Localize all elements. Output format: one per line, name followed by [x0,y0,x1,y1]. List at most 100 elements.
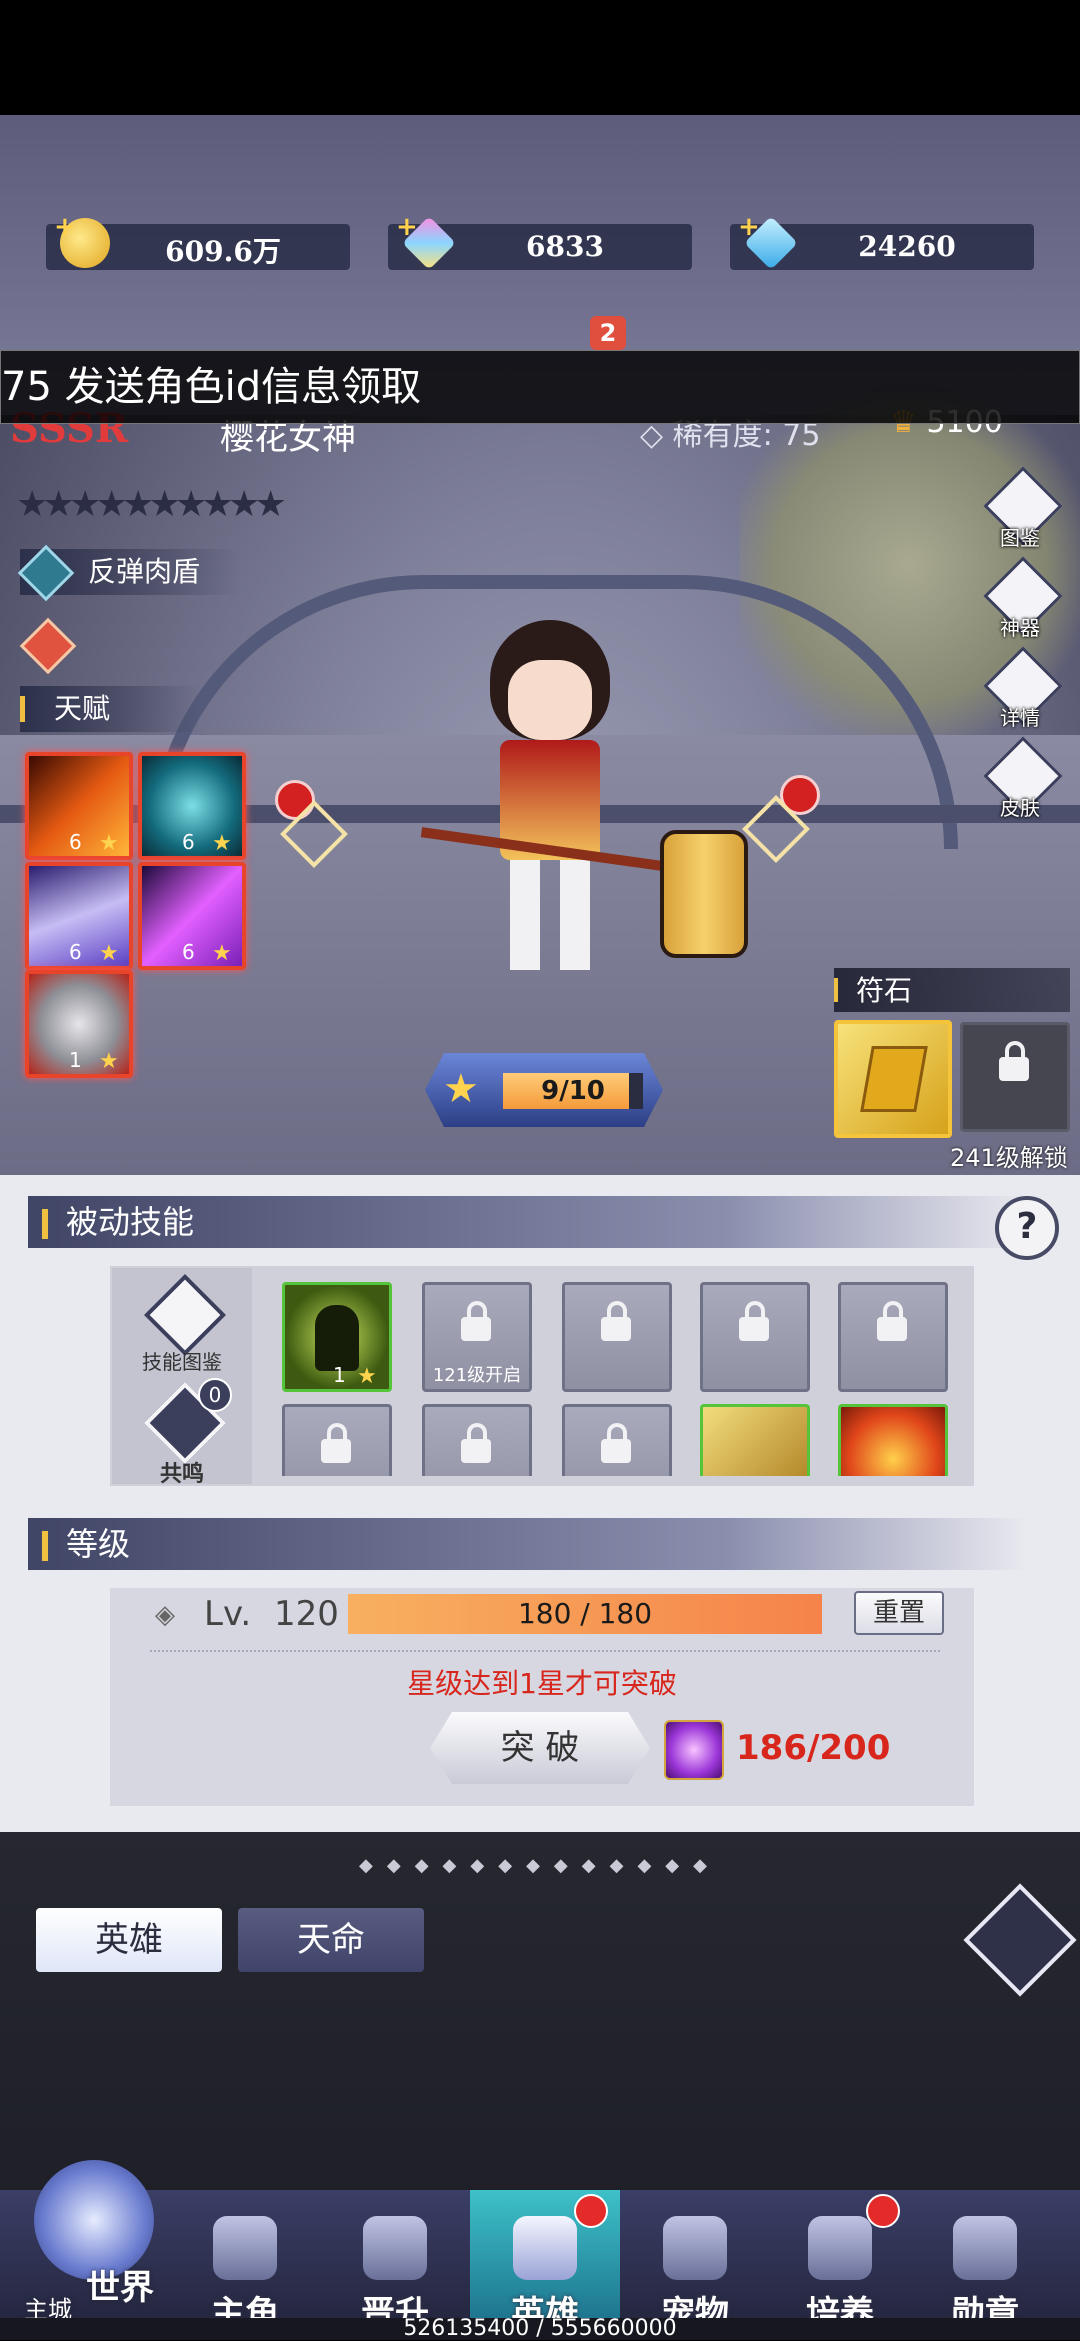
talent-header: 天赋 [20,686,200,732]
medal-icon [953,2216,1017,2280]
rune-slot-1[interactable] [834,1020,952,1138]
passive-slot-10[interactable] [838,1404,948,1476]
hero-face [508,660,592,740]
lock-icon [739,1301,769,1341]
section-marker [42,1209,48,1239]
notice-text: 75 发送角色id信息领取 [1,364,422,410]
reset-button[interactable]: 重置 [854,1591,944,1635]
lock-icon [321,1423,351,1463]
train-red-dot [866,2194,900,2228]
promote-icon [363,2216,427,2280]
rune-marker [834,978,838,1002]
skill-level: 1 [69,1048,82,1072]
rune-header: 符石 [834,968,1070,1012]
passive-slot-1[interactable]: 1 ★ [282,1282,392,1392]
exp-text: 180 / 180 [517,1597,653,1630]
pet-icon [663,2216,727,2280]
passive-slot-4[interactable] [700,1282,810,1392]
star-progress[interactable]: ★ 9/10 [425,1053,663,1127]
notice-banner[interactable]: 75 发送角色id信息领取 [0,350,1080,424]
lock-icon [461,1301,491,1341]
protagonist-icon [213,2216,277,2280]
hero-leg-left [510,860,540,970]
tab-hero[interactable]: 英雄 [36,1908,222,1972]
level-header: 等级 [28,1518,1028,1570]
hero-red-dot [574,2194,608,2228]
rune-label: 符石 [856,974,913,1007]
artifact-label: 神器 [1000,616,1040,640]
passive-slot-7[interactable] [422,1404,532,1476]
talent-skill-2[interactable]: 6 ★ [138,752,246,860]
breakthrough-button[interactable]: 突 破 [430,1712,650,1784]
skill-book-label: 技能图鉴 [142,1350,222,1374]
gold-counter[interactable]: + 609.6万 [46,212,350,270]
diamond-counter[interactable]: + 24260 [730,212,1034,270]
crystal-counter[interactable]: + 6833 [388,212,692,270]
passive-slot-9[interactable] [700,1404,810,1476]
talent-skill-5[interactable]: 1 ★ [25,970,133,1078]
hero-character[interactable] [420,600,780,1000]
breakthrough-warning: 星级达到1星才可突破 [407,1667,677,1700]
add-crystal-icon[interactable]: + [396,212,418,242]
star-icon: ★ [99,1049,119,1074]
skill-level: 6 [69,940,82,964]
passive-slot-2[interactable]: 121级开启 [422,1282,532,1392]
passive-slot-8[interactable] [562,1404,672,1476]
talent-skill-1[interactable]: 6 ★ [25,752,133,860]
star-progress-track: 9/10 [503,1073,643,1109]
skin-label: 皮肤 [1000,796,1040,820]
details-button[interactable]: 详情 [983,646,1063,730]
artifact-button[interactable]: 神器 [983,556,1063,640]
skill-book-icon [143,1273,227,1357]
status-bar [0,0,1080,115]
resonance-label: 共鸣 [159,1462,204,1487]
ornament-divider: ◆◆◆◆◆◆◆◆◆◆◆◆◆ [359,1855,721,1876]
help-icon[interactable]: ? [995,1196,1059,1260]
gallery-label: 图鉴 [1000,526,1040,550]
star-slot-icon: ★ [254,484,287,525]
tab-destiny[interactable]: 天命 [238,1908,424,1972]
talent-skill-4[interactable]: 6 ★ [138,862,246,970]
add-gold-icon[interactable]: + [54,212,76,242]
passive-row-2 [270,1402,970,1476]
skill-level: 6 [182,940,195,964]
lock-icon [461,1423,491,1463]
passive-slot-6[interactable] [282,1404,392,1476]
mail-badge[interactable]: 2 [590,316,626,350]
resonance-count: 0 [198,1378,232,1412]
lock-icon [601,1423,631,1463]
level-label: Lv. [204,1594,252,1634]
breakthrough-cost: 186/200 [736,1728,891,1768]
nav-world-label: 世界 [86,2268,154,2308]
nav-world[interactable]: 世界 主城 [10,2150,180,2330]
passive-slot-3[interactable] [562,1282,672,1392]
skin-button[interactable]: 皮肤 [983,736,1063,820]
section-marker [42,1531,48,1561]
silhouette-icon [315,1305,359,1371]
passive-skill-header: 被动技能 [28,1196,1028,1248]
passive-slot-level: 1 [333,1363,346,1387]
shield-skill-tag[interactable]: 反弹肉盾 [17,544,240,602]
passive-slot-unlock: 121级开启 [432,1365,522,1386]
level-title: 等级 [66,1525,131,1563]
purple-orb-icon[interactable] [664,1720,724,1780]
star-icon: ★ [99,941,119,966]
footer-stats: 526135400 / 555660000 [403,2316,677,2341]
shield-skill-label: 反弹肉盾 [88,555,201,588]
gallery-button[interactable]: 图鉴 [983,466,1063,550]
star-icon: ★ [212,831,232,856]
level-value: 120 [274,1594,339,1634]
passive-slot-5[interactable] [838,1282,948,1392]
details-label: 详情 [1000,706,1040,730]
add-diamond-icon[interactable]: + [738,212,760,242]
train-icon [808,2216,872,2280]
talent-marker [20,696,25,722]
skill-level: 6 [182,830,195,854]
lock-icon [877,1301,907,1341]
crystal-value: 6833 [526,230,604,263]
rune-slot-2[interactable] [960,1022,1070,1132]
exp-bar: 180 / 180 [348,1594,822,1634]
talent-skill-3[interactable]: 6 ★ [25,862,133,970]
level-row: Lv. 120 [204,1594,339,1634]
rune-stone-icon [860,1046,928,1112]
